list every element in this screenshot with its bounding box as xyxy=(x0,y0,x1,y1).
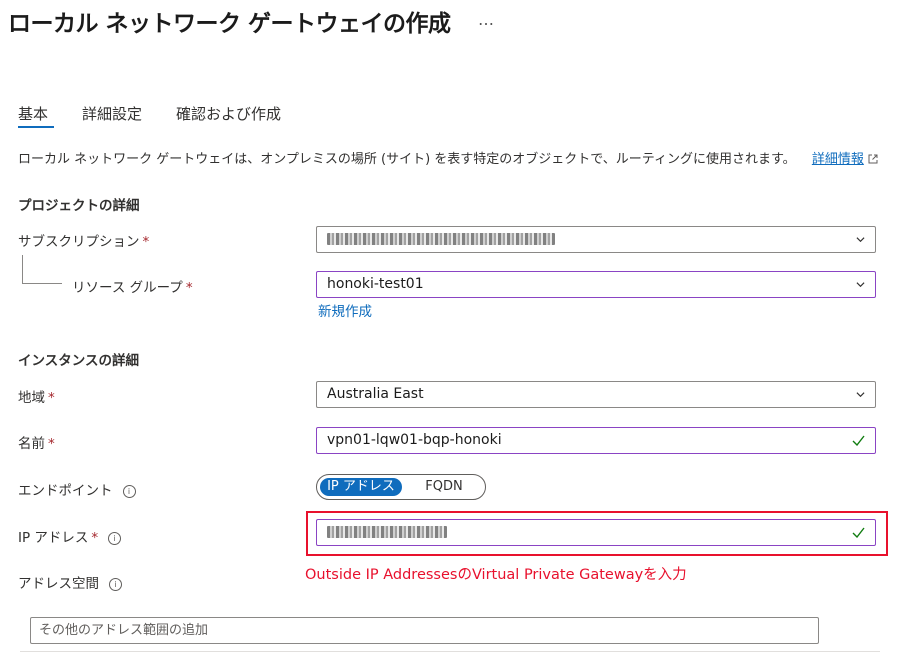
region-label: 地域 * xyxy=(18,386,55,406)
info-icon[interactable]: i xyxy=(108,532,122,545)
check-icon xyxy=(852,435,865,446)
endpoint-toggle[interactable]: IP アドレス FQDN xyxy=(316,474,486,500)
name-label: 名前 * xyxy=(18,432,55,452)
description: ローカル ネットワーク ゲートウェイは、オンプレミスの場所 (サイト) を表す特… xyxy=(18,148,878,167)
instance-details-heading: インスタンスの詳細 xyxy=(18,353,139,369)
tree-connector-vertical xyxy=(22,255,23,283)
create-new-resource-group-link[interactable]: 新規作成 xyxy=(318,300,372,320)
endpoint-label: エンドポイント i xyxy=(18,479,136,499)
page-title: ローカル ネットワーク ゲートウェイの作成 xyxy=(8,11,451,37)
resource-group-label-text: リソース グループ xyxy=(72,280,183,296)
tree-connector-horizontal xyxy=(22,283,62,284)
resource-group-dropdown[interactable]: honoki-test01 xyxy=(316,271,876,298)
tab-basics[interactable]: 基本 xyxy=(18,103,48,124)
info-icon[interactable]: i xyxy=(109,578,122,591)
subscription-dropdown[interactable] xyxy=(316,226,876,253)
project-details-heading: プロジェクトの詳細 xyxy=(18,198,140,214)
more-options-button[interactable]: … xyxy=(478,10,495,29)
tab-advanced[interactable]: 詳細設定 xyxy=(82,103,142,124)
active-tab-indicator xyxy=(18,126,54,128)
name-label-text: 名前 xyxy=(18,436,45,452)
required-mark: * xyxy=(142,234,150,250)
subscription-label: サブスクリプション * xyxy=(18,230,149,250)
endpoint-option-ip[interactable]: IP アドレス xyxy=(320,478,402,496)
ip-address-label: IP アドレス * i xyxy=(18,526,122,546)
endpoint-option-fqdn[interactable]: FQDN xyxy=(411,478,477,496)
chevron-down-icon xyxy=(856,282,865,288)
required-mark: * xyxy=(91,530,99,546)
chevron-down-icon xyxy=(856,237,865,243)
address-space-label: アドレス空間 i xyxy=(18,572,122,592)
address-range-input[interactable]: その他のアドレス範囲の追加 xyxy=(30,617,819,644)
external-link-icon xyxy=(868,154,878,164)
ip-address-label-text: IP アドレス xyxy=(18,530,89,546)
subscription-label-text: サブスクリプション xyxy=(18,234,140,250)
description-text: ローカル ネットワーク ゲートウェイは、オンプレミスの場所 (サイト) を表す特… xyxy=(18,152,796,167)
region-dropdown[interactable]: Australia East xyxy=(316,381,876,408)
address-space-label-text: アドレス空間 xyxy=(18,576,99,592)
name-input[interactable]: vpn01-lqw01-bqp-honoki xyxy=(316,427,876,454)
chevron-down-icon xyxy=(856,392,865,398)
region-value: Australia East xyxy=(327,386,424,402)
region-label-text: 地域 xyxy=(18,390,45,406)
resource-group-value: honoki-test01 xyxy=(327,276,424,292)
info-icon[interactable]: i xyxy=(122,485,136,498)
name-value: vpn01-lqw01-bqp-honoki xyxy=(327,432,502,448)
resource-group-label: リソース グループ * xyxy=(72,276,193,296)
tab-review-create[interactable]: 確認および作成 xyxy=(176,103,281,124)
annotation-highlight-box xyxy=(306,511,888,556)
annotation-text: Outside IP AddressesのVirtual Private Gat… xyxy=(305,567,687,583)
required-mark: * xyxy=(48,390,55,406)
required-mark: * xyxy=(185,280,193,296)
divider xyxy=(20,651,880,652)
endpoint-label-text: エンドポイント xyxy=(18,483,113,499)
learn-more-link[interactable]: 詳細情報 xyxy=(812,152,864,167)
required-mark: * xyxy=(48,436,55,452)
redacted-subscription-value xyxy=(327,233,555,245)
